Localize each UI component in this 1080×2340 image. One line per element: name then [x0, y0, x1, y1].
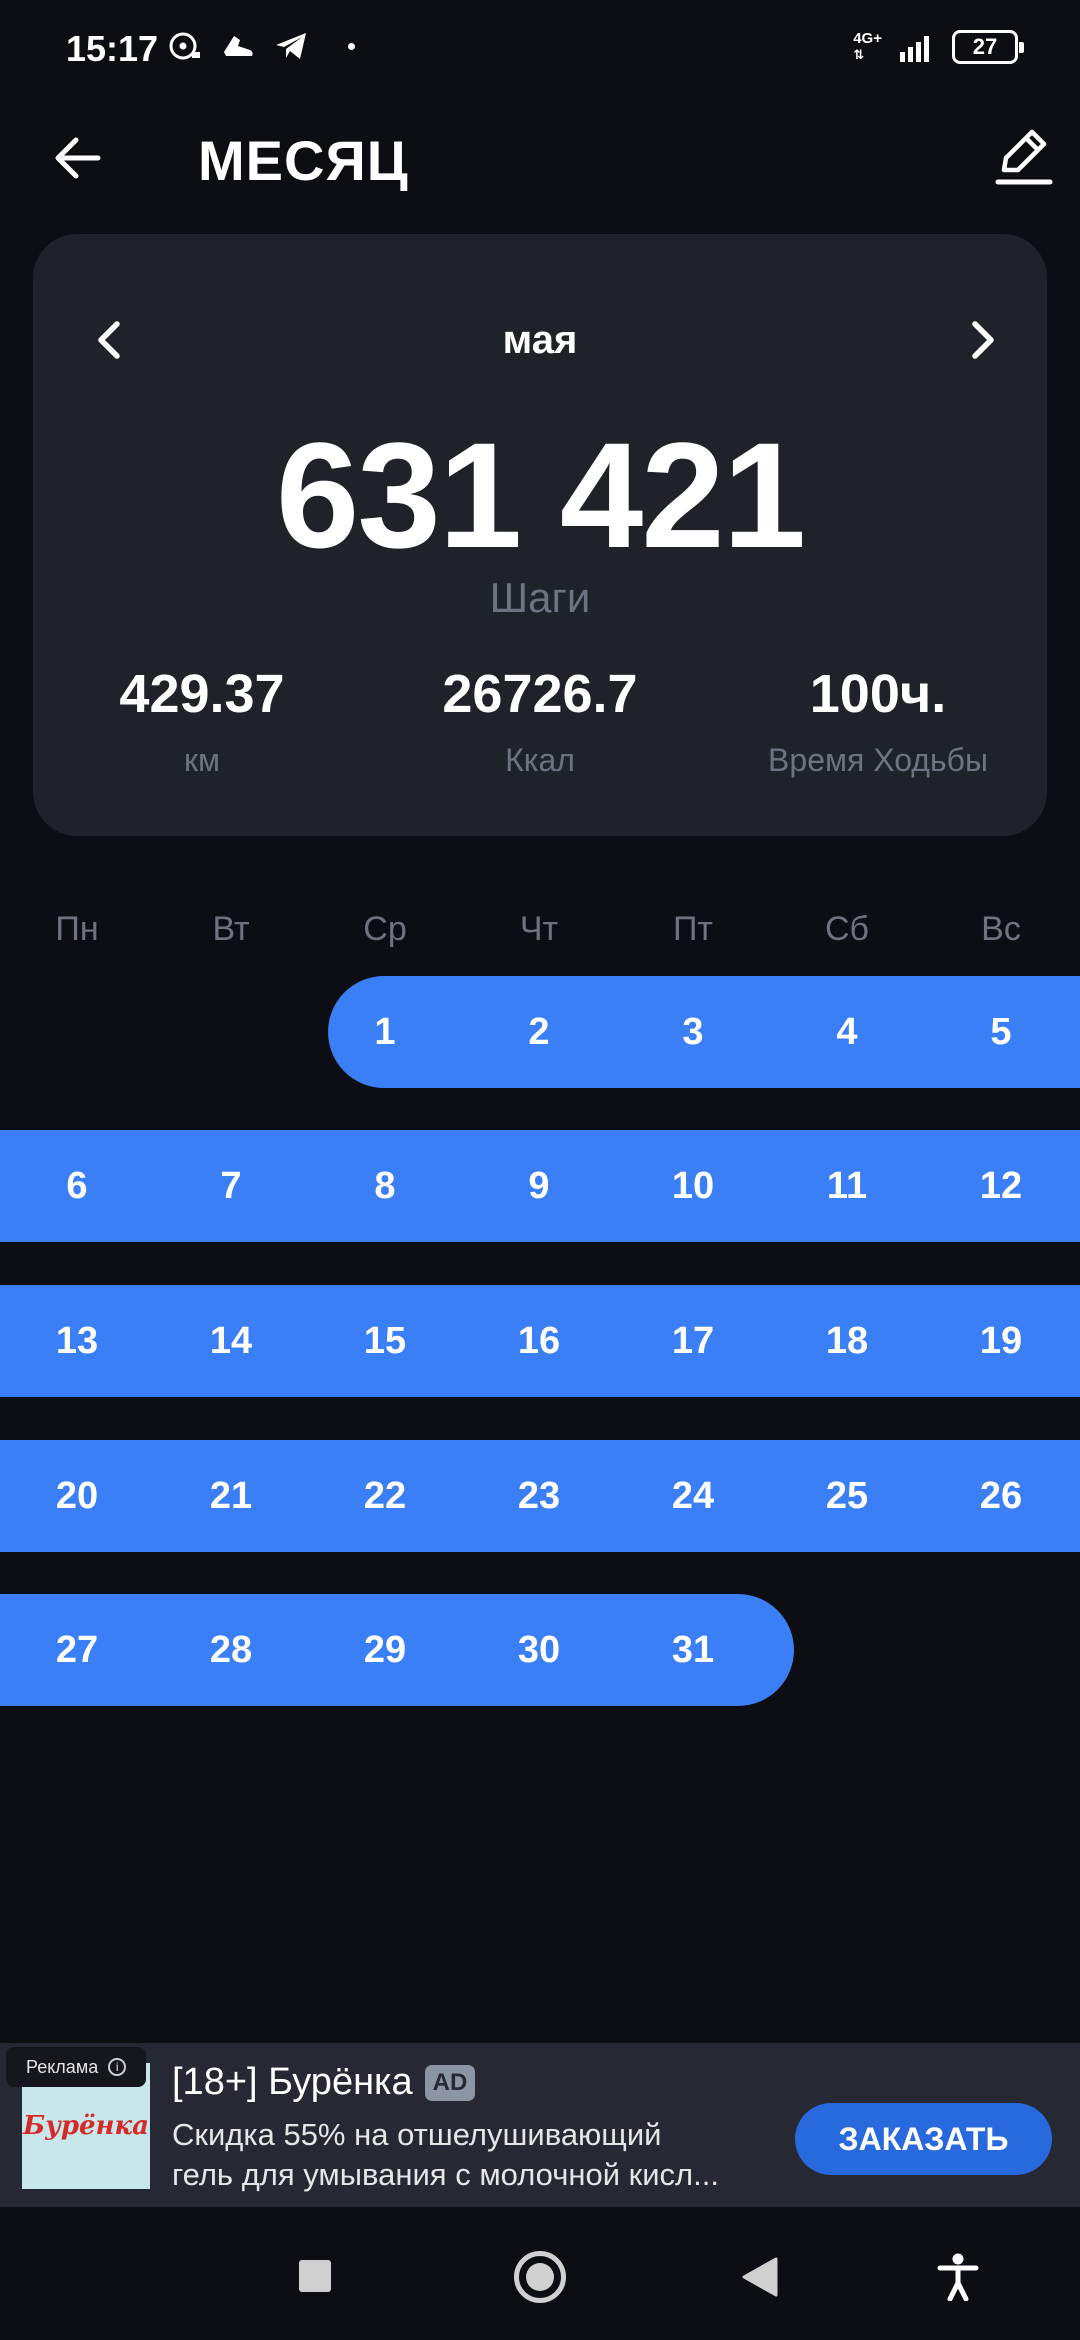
ad-label-text: Реклама	[26, 2056, 99, 2077]
accessibility-icon	[937, 2253, 979, 2302]
ad-banner[interactable]: Бурёнка Реклама i [18+] Бурёнка AD Скидк…	[0, 2043, 1080, 2207]
calendar-day[interactable]: 10	[616, 1130, 770, 1242]
weekday-label: Ср	[363, 910, 407, 948]
stat-calories: 26726.7 Ккал	[371, 664, 709, 779]
calendar-week-row: 12345	[0, 976, 1080, 1088]
disc-icon	[169, 32, 200, 60]
calendar-day[interactable]: 30	[462, 1594, 616, 1706]
calendar-day[interactable]: 22	[308, 1440, 462, 1552]
network-type: 4G+	[853, 30, 882, 47]
month-label: мая	[502, 318, 578, 362]
calendar-day[interactable]: 31	[616, 1594, 770, 1706]
calendar-day[interactable]: 3	[616, 976, 770, 1088]
calendar-day[interactable]: 26	[924, 1440, 1078, 1552]
calendar-day[interactable]: 12	[924, 1130, 1078, 1242]
stat-distance-value: 429.37	[119, 664, 285, 724]
back-button[interactable]	[50, 130, 106, 186]
battery-icon: 27	[952, 30, 1024, 64]
ad-label[interactable]: Реклама i	[6, 2047, 147, 2087]
calendar-day[interactable]: 24	[616, 1440, 770, 1552]
ad-logo-text: Бурёнка	[23, 2111, 149, 2141]
weekday-label: Пт	[672, 910, 713, 948]
calendar-day[interactable]: 16	[462, 1285, 616, 1397]
weekday-label: Вс	[981, 910, 1021, 948]
pencil-icon	[995, 129, 1053, 185]
calendar-day[interactable]: 8	[308, 1130, 462, 1242]
system-back-button[interactable]	[742, 2257, 778, 2302]
system-nav-bar	[0, 2207, 1080, 2340]
app-screen: 15:17 4G+ ⇅ 27 МЕСЯЦ мая 631 421 Шаги 42…	[0, 0, 1080, 2340]
calendar-week-row: 6 7 8 9 10 11 12	[0, 1130, 1080, 1242]
calendar-day[interactable]: 18	[770, 1285, 924, 1397]
stat-walking-time-value: 100ч.	[809, 664, 947, 724]
network-indicator: 4G+ ⇅	[853, 30, 882, 63]
ad-title-text: [18+] Бурёнка	[172, 2061, 413, 2103]
calendar-day[interactable]: 21	[154, 1440, 308, 1552]
arrow-left-icon	[55, 137, 101, 179]
total-steps-label: Шаги	[489, 574, 591, 621]
ad-title: [18+] Бурёнка AD	[172, 2061, 476, 2104]
calendar-day[interactable]: 9	[462, 1130, 616, 1242]
page-title: МЕСЯЦ	[198, 129, 409, 192]
system-status: 4G+ ⇅ 27	[853, 30, 1024, 64]
calendar-day[interactable]: 11	[770, 1130, 924, 1242]
month-summary-card: мая 631 421 Шаги 429.37 км 26726.7 Ккал …	[33, 234, 1047, 836]
calendar-day[interactable]: 25	[770, 1440, 924, 1552]
calendar-day[interactable]: 28	[154, 1594, 308, 1706]
accessibility-button[interactable]	[936, 2253, 980, 2306]
weekday-label: Сб	[824, 910, 870, 948]
next-month-button[interactable]	[955, 314, 1007, 366]
ad-description-line: гель для умывания с молочной кисл...	[172, 2157, 719, 2192]
calendar-day[interactable]: 23	[462, 1440, 616, 1552]
stat-distance-label: км	[184, 742, 220, 778]
stat-calories-value: 26726.7	[442, 664, 638, 724]
order-button[interactable]: ЗАКАЗАТЬ	[795, 2103, 1052, 2175]
calendar-day[interactable]: 6	[0, 1130, 154, 1242]
home-button[interactable]	[514, 2251, 566, 2303]
calendar-day[interactable]: 13	[0, 1285, 154, 1397]
calendar-day[interactable]: 7	[154, 1130, 308, 1242]
calendar-day[interactable]: 1	[308, 976, 462, 1088]
calendar-week-row: 20 21 22 23 24 25 26	[0, 1440, 1080, 1552]
calendar-week-row: 13 14 15 16 17 18 19	[0, 1285, 1080, 1397]
stat-calories-label: Ккал	[505, 742, 575, 778]
calendar-day[interactable]: 29	[308, 1594, 462, 1706]
weekday-label: Вт	[212, 910, 250, 948]
stat-distance: 429.37 км	[33, 664, 371, 779]
ad-badge: AD	[424, 2064, 476, 2101]
triangle-back-icon	[742, 2257, 778, 2297]
chevron-right-icon	[972, 321, 994, 359]
calendar-day[interactable]: 17	[616, 1285, 770, 1397]
status-bar: 15:17 4G+ ⇅ 27	[0, 0, 1080, 100]
calendar-day[interactable]: 27	[0, 1594, 154, 1706]
stat-walking-time-label: Время Ходьбы	[768, 742, 988, 778]
recent-apps-button[interactable]	[299, 2260, 331, 2292]
more-notifications-dot	[348, 42, 355, 50]
weekday-label: Чт	[519, 910, 559, 948]
weekday-header: Пн Вт Ср Чт Пт Сб Вс	[0, 910, 1080, 960]
notification-icons	[168, 30, 355, 62]
stat-walking-time: 100ч. Время Ходьбы	[709, 664, 1047, 779]
total-steps: 631 421	[275, 411, 806, 579]
ad-description-line: Скидка 55% на отшелушивающий	[172, 2117, 662, 2152]
calendar-day[interactable]: 15	[308, 1285, 462, 1397]
battery-level: 27	[972, 34, 998, 59]
calendar-day[interactable]: 4	[770, 976, 924, 1088]
edit-button[interactable]	[992, 124, 1056, 188]
telegram-icon	[276, 33, 306, 59]
shoe-icon	[224, 36, 253, 56]
signal-icon	[900, 36, 929, 62]
calendar-week-row: 27 28 29 30 31	[0, 1594, 1080, 1706]
calendar-day[interactable]: 5	[924, 976, 1078, 1088]
info-icon: i	[108, 2058, 127, 2076]
ad-description: Скидка 55% на отшелушивающий гель для ум…	[172, 2115, 782, 2195]
weekday-label: Пн	[55, 910, 99, 948]
calendar-day[interactable]: 19	[924, 1285, 1078, 1397]
calendar-day[interactable]: 20	[0, 1440, 154, 1552]
status-time: 15:17	[66, 28, 159, 69]
calendar-day[interactable]: 2	[462, 976, 616, 1088]
calendar-day[interactable]: 14	[154, 1285, 308, 1397]
